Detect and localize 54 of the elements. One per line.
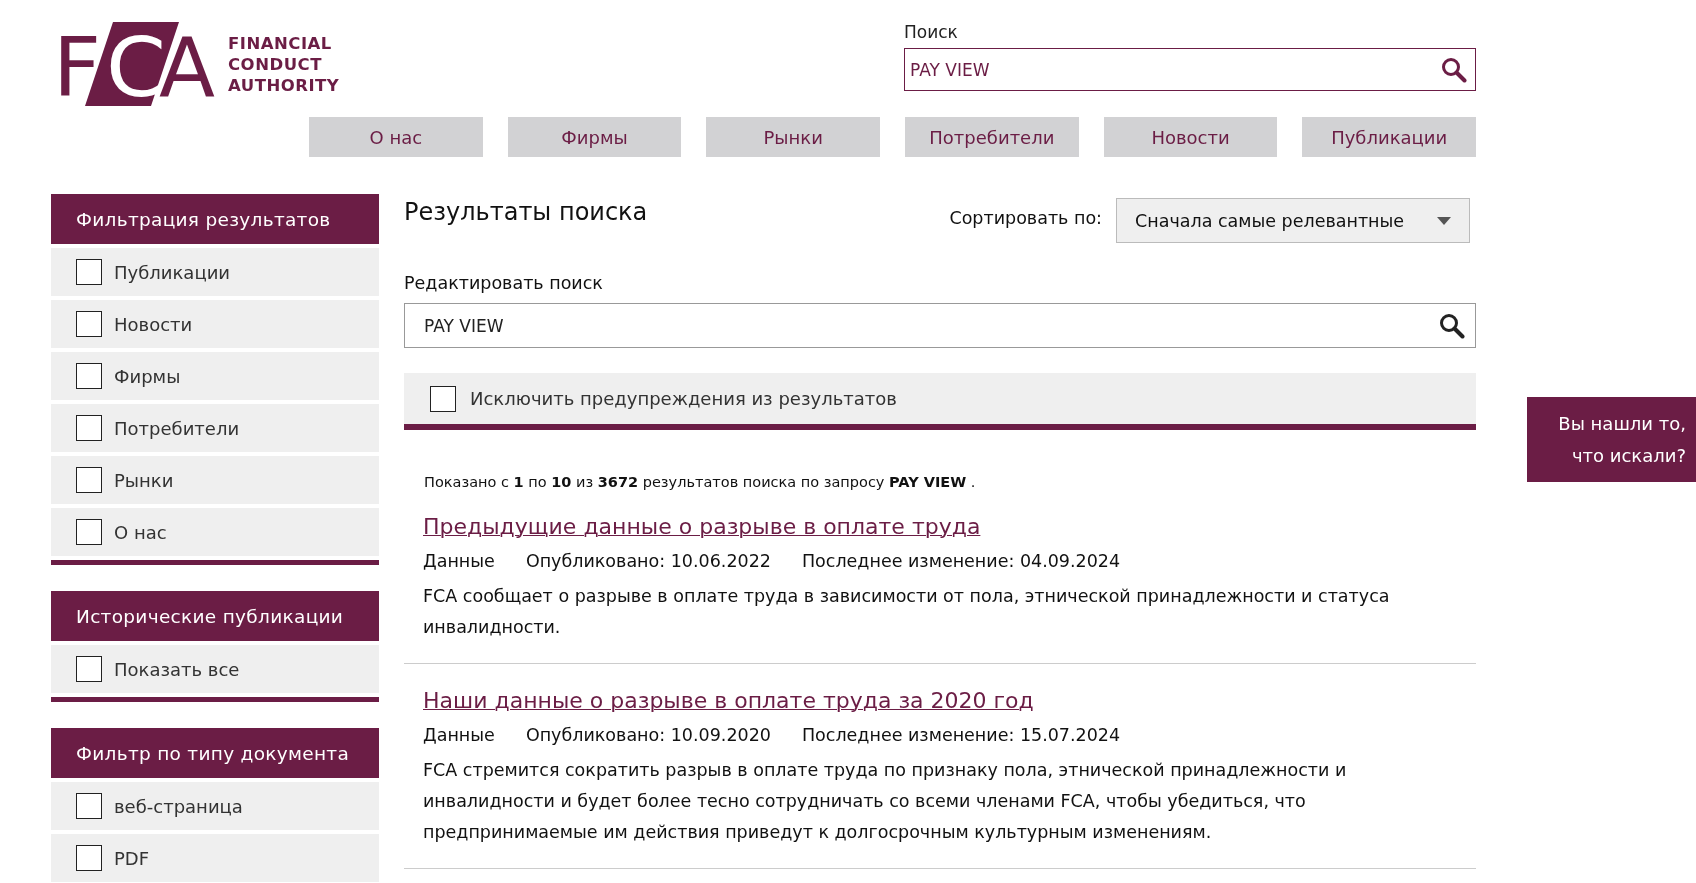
- checkbox[interactable]: [76, 519, 102, 545]
- filter-heading: Фильтрация результатов: [51, 194, 379, 244]
- filter-label[interactable]: Фирмы: [114, 365, 181, 387]
- checkbox[interactable]: [76, 363, 102, 389]
- published-date: Опубликовано: 10.09.2020: [525, 725, 771, 745]
- checkbox[interactable]: [76, 415, 102, 441]
- checkbox-label[interactable]: Исключить предупреждения из результатов: [470, 388, 897, 409]
- result-description: FCA стремится сократить разрыв в оплате труда по признаку пола, этнической принадлежности и инвалидности и будет более тесно сотрудничать со всеми членами FCA, чтобы убедиться, что предпринимаемые им действия приведут к долгосрочным культурным изменениям.: [423, 759, 1348, 844]
- nav-button[interactable]: Потребители: [905, 117, 1079, 157]
- results-summary: Показано с 1 по 10 из 3672 результатов поиска по запросу PAY VIEW .: [424, 474, 977, 490]
- nav-button[interactable]: О нас: [309, 117, 483, 157]
- nav-button[interactable]: Публикации: [1302, 117, 1477, 157]
- filter-label[interactable]: Новости: [114, 313, 193, 335]
- filter-label[interactable]: О нас: [114, 521, 167, 543]
- caret-icon: [1437, 216, 1451, 225]
- published-date: Опубликовано: 10.06.2022: [525, 551, 771, 571]
- search-field[interactable]: PAY VIEW: [404, 303, 1476, 348]
- result-link[interactable]: Наши данные о разрыве в оплате труда за 2020 год: [423, 688, 1034, 713]
- edit-search-label: Редактировать поиск: [404, 273, 604, 293]
- checkbox[interactable]: [76, 467, 102, 493]
- checkbox[interactable]: [76, 259, 102, 285]
- result-type: Данные: [423, 551, 495, 571]
- checkbox[interactable]: [76, 845, 102, 871]
- filter-label[interactable]: Показать все: [114, 658, 240, 680]
- filter-label[interactable]: Рынки: [114, 469, 174, 491]
- filter-label[interactable]: PDF: [114, 847, 150, 869]
- search-label: Поиск: [904, 22, 959, 42]
- search-field[interactable]: PAY VIEW: [904, 48, 1476, 91]
- result-link[interactable]: Предыдущие данные о разрыве в оплате труда: [423, 514, 981, 539]
- filter-label[interactable]: веб-страница: [114, 795, 243, 817]
- search-icon[interactable]: [1441, 56, 1467, 83]
- modified-date: Последнее изменение: 15.07.2024: [801, 725, 1121, 745]
- checkbox[interactable]: [76, 793, 102, 819]
- checkbox[interactable]: [430, 385, 456, 412]
- nav-button[interactable]: Фирмы: [507, 117, 682, 157]
- filter-label[interactable]: Потребители: [114, 417, 240, 439]
- nav-button[interactable]: Новости: [1103, 117, 1278, 157]
- logo-text: CONDUCT: [228, 53, 323, 75]
- logo-text: AUTHORITY: [228, 74, 340, 96]
- result-type: Данные: [423, 725, 495, 745]
- sort-dropdown[interactable]: Сначала самые релевантные: [1116, 198, 1470, 243]
- feedback-tab[interactable]: Вы нашли то, что искали?: [1527, 397, 1696, 482]
- page-title: Результаты поиска: [404, 198, 648, 226]
- logo-text: FINANCIAL: [228, 32, 333, 54]
- checkbox[interactable]: [76, 656, 102, 682]
- checkbox[interactable]: [76, 311, 102, 337]
- search-icon[interactable]: [1439, 312, 1465, 339]
- result-description: FCA сообщает о разрыве в оплате труда в зависимости от пола, этнической принадлежности и статуса инвалидности.: [423, 585, 1391, 639]
- filter-label[interactable]: Публикации: [114, 261, 231, 283]
- modified-date: Последнее изменение: 04.09.2024: [801, 551, 1121, 571]
- filter-heading: Исторические публикации: [51, 591, 379, 641]
- nav-button[interactable]: Рынки: [706, 117, 880, 157]
- filter-heading: Фильтр по типу документа: [51, 728, 379, 778]
- sort-label: Сортировать по:: [949, 208, 1102, 228]
